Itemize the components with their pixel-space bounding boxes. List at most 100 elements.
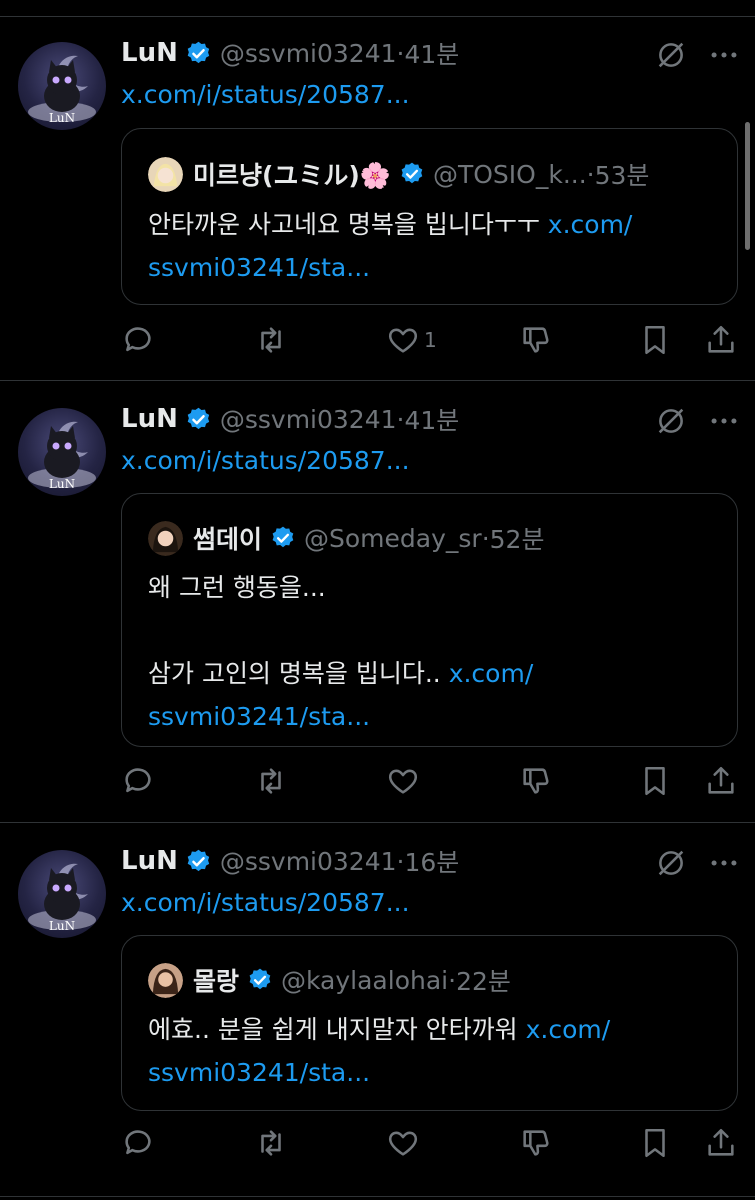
svg-text:LuN: LuN [49, 477, 75, 491]
tweet-link[interactable]: x.com/i/status/20587... [121, 446, 410, 475]
bookmark-button[interactable] [638, 759, 672, 803]
quote-author-name[interactable]: 몰랑 [193, 962, 239, 998]
quote-time[interactable]: 52분 [490, 520, 545, 556]
quote-link-part2[interactable]: ssvmi03241/sta... [148, 1058, 370, 1087]
avatar[interactable]: LuN [18, 42, 106, 130]
action-bar [0, 1121, 755, 1165]
share-button[interactable] [704, 1121, 738, 1165]
tweet-link[interactable]: x.com/i/status/20587... [121, 888, 410, 917]
grok-icon[interactable] [654, 38, 688, 72]
tweet[interactable]: LuN LuN @ssvmi03241 · 41분 x.com/i/status… [0, 0, 755, 380]
tweet[interactable]: LuN LuN @ssvmi03241 · 41분 x.com/i/status… [0, 366, 755, 822]
quote-link-part1[interactable]: x.com/ [526, 1015, 611, 1044]
verified-badge-icon [187, 407, 210, 429]
tweet-time[interactable]: 41분 [404, 401, 459, 437]
quoted-tweet[interactable]: 미르냥(ユミル)🌸 @TOSIO_k... · 53분 안타까운 사고네요 명복… [121, 128, 738, 305]
dislike-icon [523, 768, 549, 794]
quote-body: 에효.. 분을 쉽게 내지말자 안타까워 [148, 1015, 526, 1044]
avatar[interactable]: LuN [18, 408, 106, 496]
quote-body-line1: 왜 그런 행동을... [148, 573, 326, 602]
repost-button[interactable] [254, 318, 288, 362]
like-button[interactable] [386, 759, 424, 803]
quote-link-part1[interactable]: x.com/ [548, 210, 633, 239]
verified-badge-icon [272, 526, 294, 548]
quote-author-handle[interactable]: @Someday_sr [304, 524, 482, 553]
reply-button[interactable] [121, 318, 155, 362]
quote-author-name[interactable]: 미르냥(ユミル)🌸 [193, 156, 391, 192]
quote-link-part2[interactable]: ssvmi03241/sta... [148, 253, 370, 282]
dislike-button[interactable] [519, 318, 553, 362]
quote-avatar[interactable] [148, 962, 183, 998]
repost-button[interactable] [254, 1121, 288, 1165]
bottom-divider [0, 1196, 755, 1197]
quoted-tweet[interactable]: 썸데이 @Someday_sr · 52분 왜 그런 행동을... 삼가 고인의 … [121, 493, 738, 747]
author-name[interactable]: LuN [121, 38, 178, 68]
quote-header: 몰랑 @kaylaalohai · 22분 [148, 962, 511, 998]
dislike-button[interactable] [519, 759, 553, 803]
like-icon [388, 328, 418, 353]
quote-link-part1[interactable]: x.com/ [449, 659, 534, 688]
quote-author-name[interactable]: 썸데이 [193, 520, 262, 556]
quote-header: 썸데이 @Someday_sr · 52분 [148, 520, 544, 556]
repost-icon [261, 768, 281, 794]
tweet-header: LuN @ssvmi03241 · 16분 [121, 843, 459, 879]
separator-dot: · [481, 523, 490, 553]
verified-badge-icon [187, 849, 210, 871]
avatar[interactable]: LuN [18, 850, 106, 938]
share-button[interactable] [704, 759, 738, 803]
reply-button[interactable] [121, 1121, 155, 1165]
dislike-button[interactable] [519, 1121, 553, 1165]
quote-body: 삼가 고인의 명복을 빕니다.. [148, 659, 449, 688]
tweet-header: LuN @ssvmi03241 · 41분 [121, 401, 459, 437]
author-handle[interactable]: @ssvmi03241 [220, 847, 397, 876]
bookmark-icon [645, 766, 665, 796]
share-icon [708, 325, 734, 353]
quote-time[interactable]: 53분 [595, 156, 650, 192]
quote-avatar[interactable] [148, 520, 183, 556]
repost-icon [261, 1130, 281, 1156]
reply-button[interactable] [121, 759, 155, 803]
tweet-time[interactable]: 41분 [404, 35, 459, 71]
svg-text:LuN: LuN [49, 111, 75, 125]
author-name[interactable]: LuN [121, 404, 178, 434]
bookmark-button[interactable] [638, 318, 672, 362]
cat-avatar-image: LuN [28, 421, 96, 491]
share-button[interactable] [704, 318, 738, 362]
more-icon[interactable] [706, 404, 742, 438]
quote-text: 에효.. 분을 쉽게 내지말자 안타까워 x.com/ssvmi03241/st… [148, 1008, 713, 1094]
tweet[interactable]: LuN LuN @ssvmi03241 · 16분 x.com/i/status… [0, 808, 755, 1188]
like-button[interactable]: 1 [386, 318, 437, 362]
quoted-tweet[interactable]: 몰랑 @kaylaalohai · 22분 에효.. 분을 쉽게 내지말자 안타… [121, 935, 738, 1111]
tweet-time[interactable]: 16분 [404, 843, 459, 879]
more-icon[interactable] [706, 846, 742, 880]
scrollbar[interactable] [745, 122, 750, 250]
quote-avatar[interactable] [148, 156, 183, 192]
quote-time[interactable]: 22분 [456, 962, 511, 998]
dislike-icon [523, 327, 549, 353]
author-handle[interactable]: @ssvmi03241 [220, 405, 397, 434]
quote-text: 안타까운 사고네요 명복을 빕니다ㅜㅜ x.com/ssvmi03241/sta… [148, 203, 713, 289]
grok-icon[interactable] [654, 846, 688, 880]
reply-icon [125, 768, 151, 793]
quote-author-handle[interactable]: @TOSIO_k... [433, 160, 587, 189]
bookmark-button[interactable] [638, 1121, 672, 1165]
like-button[interactable] [386, 1121, 424, 1165]
quote-text: 왜 그런 행동을... 삼가 고인의 명복을 빕니다.. x.com/ssvmi0… [148, 566, 713, 738]
author-handle[interactable]: @ssvmi03241 [220, 39, 397, 68]
quote-header: 미르냥(ユミル)🌸 @TOSIO_k... · 53분 [148, 156, 649, 192]
bookmark-icon [645, 1128, 665, 1158]
like-count: 1 [424, 328, 437, 352]
more-icon[interactable] [706, 38, 742, 72]
repost-icon [261, 327, 281, 353]
author-name[interactable]: LuN [121, 846, 178, 876]
repost-button[interactable] [254, 759, 288, 803]
quote-link-part2[interactable]: ssvmi03241/sta... [148, 702, 370, 731]
share-icon [708, 766, 734, 794]
bookmark-icon [645, 325, 665, 355]
tweet-link[interactable]: x.com/i/status/20587... [121, 80, 410, 109]
like-icon [388, 769, 418, 794]
reply-icon [125, 1130, 151, 1155]
quote-author-handle[interactable]: @kaylaalohai [281, 966, 448, 995]
grok-icon[interactable] [654, 404, 688, 438]
separator-dot: · [396, 404, 405, 434]
